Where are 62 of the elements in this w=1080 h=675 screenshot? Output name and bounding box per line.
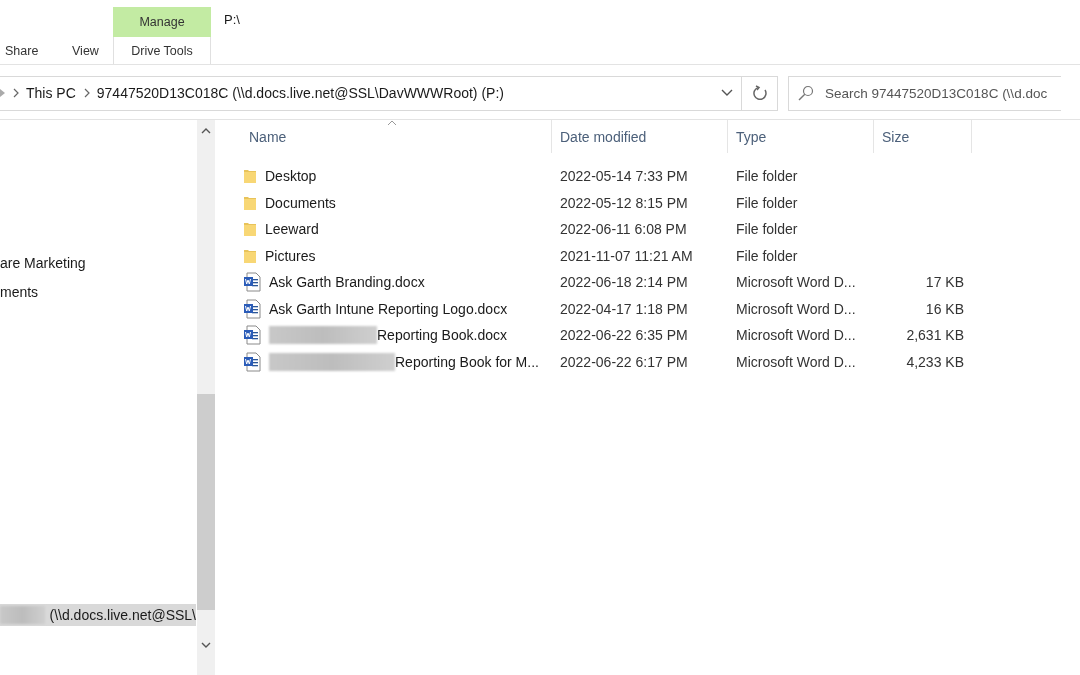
- file-name[interactable]: Reporting Book.docx: [269, 326, 507, 345]
- file-name[interactable]: Ask Garth Branding.docx: [269, 274, 425, 291]
- scroll-down-icon[interactable]: [201, 642, 211, 648]
- table-cell-text: File folder: [735, 221, 799, 238]
- column-header[interactable]: Date modified: [552, 120, 728, 153]
- file-name[interactable]: Leeward: [265, 221, 319, 238]
- table-cell-text: 2,631 KB: [905, 327, 965, 344]
- file-name[interactable]: Documents: [265, 194, 336, 211]
- chevron-right-icon: [13, 88, 19, 98]
- ribbon-tab[interactable]: Drive Tools: [113, 37, 211, 64]
- breadcrumb[interactable]: 97447520D13C018C (\\d.docs.live.net@SSL\DavWWWRoot) (P:): [96, 85, 504, 101]
- table-cell-text: File folder: [735, 168, 799, 185]
- table-cell-text: 2022-04-17 1:18 PM: [559, 300, 689, 317]
- column-header[interactable]: Size: [874, 120, 972, 153]
- word-document-icon: [243, 325, 261, 346]
- folder-icon: [243, 247, 257, 264]
- address-bar[interactable]: This PC 97447520D13C018C (\\d.docs.live.net@SSL\DavWWWRoot) (P:): [0, 75, 742, 111]
- ribbon-tab[interactable]: View: [67, 37, 113, 64]
- word-document-icon: [243, 351, 261, 372]
- file-name[interactable]: Pictures: [265, 247, 316, 264]
- table-cell-text: 2021-11-07 11:21 AM: [559, 247, 694, 264]
- ribbon-tab[interactable]: Share: [0, 37, 67, 64]
- word-document-icon: [243, 298, 261, 319]
- triangle-icon: [0, 88, 5, 98]
- folder-icon: [243, 168, 257, 185]
- window-title: P:\: [224, 12, 240, 27]
- file-name[interactable]: Ask Garth Intune Reporting Logo.docx: [269, 300, 508, 317]
- folder-icon: [243, 221, 257, 238]
- table-cell-text: 16 KB: [924, 300, 965, 317]
- refresh-icon: [751, 85, 768, 101]
- column-header[interactable]: Type: [728, 120, 874, 153]
- sort-caret-icon: [387, 120, 397, 126]
- table-cell-text: 2022-06-18 2:14 PM: [559, 274, 689, 291]
- nav-item[interactable]: are Marketing: [0, 252, 196, 274]
- file-name[interactable]: Desktop: [265, 168, 317, 185]
- scrollbar[interactable]: [197, 120, 215, 675]
- folder-icon: [243, 194, 257, 211]
- scroll-up-icon[interactable]: [201, 128, 211, 134]
- table-cell-text: Microsoft Word D...: [735, 353, 857, 370]
- table-cell-text: 2022-06-22 6:35 PM: [559, 327, 689, 344]
- column-header[interactable]: Name: [241, 120, 552, 153]
- tab-group-header: Manage: [113, 7, 211, 37]
- table-cell-text: Microsoft Word D...: [735, 327, 857, 344]
- table-cell-text: 2022-06-11 6:08 PM: [559, 221, 688, 238]
- file-name[interactable]: Reporting Book for M...: [269, 352, 539, 371]
- table-cell-text: 17 KB: [924, 274, 965, 291]
- breadcrumb[interactable]: This PC: [26, 85, 76, 101]
- chevron-right-icon: [83, 88, 90, 98]
- nav-item[interactable]: ments: [0, 281, 196, 303]
- table-cell-text: Microsoft Word D...: [735, 274, 857, 291]
- dropdown-chevron-icon[interactable]: [721, 89, 733, 97]
- search-field[interactable]: Search 97447520D13C018C (\\d.doc: [788, 75, 1061, 111]
- refresh-button[interactable]: [742, 75, 778, 111]
- table-cell-text: 2022-05-14 7:33 PM: [559, 168, 689, 185]
- table-cell-text: 2022-05-12 8:15 PM: [559, 194, 689, 211]
- table-cell-text: Microsoft Word D...: [735, 300, 857, 317]
- table-cell-text: 2022-06-22 6:17 PM: [559, 353, 689, 370]
- table-cell-text: 4,233 KB: [905, 353, 965, 370]
- nav-item[interactable]: (\\d.docs.live.net@SSL\: [0, 604, 196, 626]
- table-cell-text: File folder: [735, 247, 799, 264]
- table-cell-text: File folder: [735, 194, 799, 211]
- word-document-icon: [243, 272, 261, 293]
